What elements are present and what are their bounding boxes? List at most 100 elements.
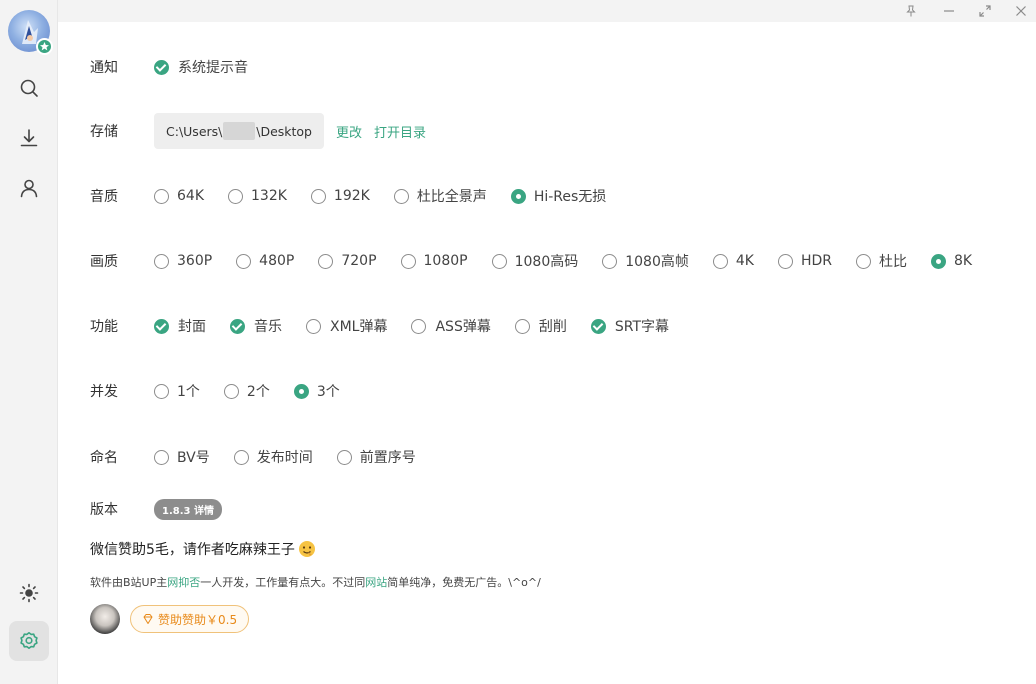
close-icon <box>1016 6 1026 16</box>
checkbox-empty-icon <box>514 318 530 334</box>
naming-row: 命名 BV号 发布时间 前置序号 <box>90 446 440 468</box>
radio-empty-icon <box>236 253 252 269</box>
storage-label: 存储 <box>90 124 118 140</box>
gear-icon <box>20 632 38 649</box>
minimize-icon <box>944 10 954 12</box>
option-label: 杜比 <box>879 254 908 270</box>
notify-options: 系统提示音 <box>154 57 272 77</box>
radio-empty-icon <box>154 383 169 399</box>
checkbox-empty-icon <box>306 318 321 334</box>
option-item[interactable]: 音乐 <box>230 316 282 336</box>
option-label: HDR <box>800 253 833 269</box>
radio-empty-icon <box>336 449 352 465</box>
option-item[interactable]: 封面 <box>154 316 206 336</box>
radio-empty-icon <box>712 253 728 269</box>
features-row: 功能 封面 音乐 XML弹幕 ASS弹幕 刮削 SRT字幕 <box>90 315 693 337</box>
radio-empty-icon <box>602 253 618 269</box>
concurrency-label: 并发 <box>90 384 118 400</box>
author-link[interactable]: 网抑否 <box>167 576 200 589</box>
audio-row: 音质 64K 132K 192K 杜比全景声 Hi-Res无损 <box>90 185 630 207</box>
option-item[interactable]: 64K <box>154 188 204 204</box>
sponsor-title: 微信赞助5毛，请作者吃麻辣王子 <box>90 539 316 559</box>
audio-options: 64K 132K 192K 杜比全景声 Hi-Res无损 <box>154 186 630 206</box>
sponsor-button-label: 赞助赞助￥0.5 <box>158 612 238 627</box>
option-item[interactable]: 720P <box>318 253 377 269</box>
star-badge-icon <box>36 38 53 55</box>
option-item[interactable]: 132K <box>228 188 287 204</box>
option-label: 720P <box>341 253 377 269</box>
checkbox-checked-icon <box>154 59 169 75</box>
radio-empty-icon <box>233 449 249 465</box>
option-item[interactable]: 刮削 <box>514 316 567 336</box>
version-details-badge[interactable]: 1.8.3 详情 <box>154 498 222 520</box>
sidebar-theme-button[interactable] <box>9 573 49 613</box>
option-item[interactable]: 8K <box>931 253 972 269</box>
option-item[interactable]: 1080高帧 <box>602 251 689 271</box>
pin-button[interactable] <box>894 0 928 22</box>
option-label: XML弹幕 <box>330 319 388 335</box>
option-label: 360P <box>177 253 213 269</box>
option-label: 192K <box>333 188 370 204</box>
sponsor-title-text: 微信赞助5毛，请作者吃麻辣王子 <box>90 542 295 558</box>
option-item[interactable]: XML弹幕 <box>306 316 387 336</box>
sidebar-user-button[interactable] <box>9 168 49 208</box>
video-label: 画质 <box>90 254 118 270</box>
option-item[interactable]: ASS弹幕 <box>411 316 491 336</box>
option-label: 音乐 <box>254 319 282 335</box>
radio-empty-icon <box>310 188 326 204</box>
sidebar-search-button[interactable] <box>9 68 49 108</box>
option-item[interactable]: BV号 <box>154 447 210 467</box>
option-label: 前置序号 <box>359 450 416 466</box>
option-label: Hi-Res无损 <box>533 189 607 205</box>
radio-empty-icon <box>154 188 169 204</box>
maximize-button[interactable] <box>968 0 1002 22</box>
option-item[interactable]: 480P <box>236 253 294 269</box>
sidebar-settings-button[interactable] <box>9 621 49 661</box>
option-item[interactable]: 杜比 <box>856 251 907 271</box>
option-label: 1080高帧 <box>625 254 689 270</box>
close-button[interactable] <box>1004 0 1036 22</box>
notify-label: 通知 <box>90 60 118 76</box>
option-item[interactable]: 前置序号 <box>336 447 416 467</box>
notify-option[interactable]: 系统提示音 <box>154 57 248 77</box>
sidebar-download-button[interactable] <box>9 118 49 158</box>
author-avatar <box>90 604 120 634</box>
option-item[interactable]: 3个 <box>293 381 340 401</box>
sponsor-button[interactable]: 赞助赞助￥0.5 <box>130 605 250 633</box>
path-prefix: C:\Users\ <box>166 123 223 139</box>
option-item[interactable]: 360P <box>154 253 212 269</box>
desc-part-2: 一人开发，工作量有点大。不过同 <box>200 576 366 589</box>
notify-row: 通知 系统提示音 <box>90 56 272 78</box>
user-avatar[interactable] <box>8 10 53 55</box>
radio-selected-icon <box>931 253 947 269</box>
option-item[interactable]: 192K <box>310 188 370 204</box>
option-item[interactable]: HDR <box>777 253 833 269</box>
site-link[interactable]: 网站 <box>365 576 387 589</box>
radio-empty-icon <box>777 253 793 269</box>
storage-path-field[interactable]: C:\Users\ \Desktop <box>154 113 324 149</box>
concurrency-options: 1个 2个 3个 <box>154 381 364 401</box>
open-folder-link[interactable]: 打开目录 <box>374 122 426 141</box>
minimize-button[interactable] <box>932 0 966 22</box>
option-item[interactable]: 1个 <box>154 381 200 401</box>
download-icon <box>20 129 38 147</box>
option-item[interactable]: 发布时间 <box>233 447 313 467</box>
change-path-link[interactable]: 更改 <box>336 122 362 141</box>
audio-label: 音质 <box>90 189 118 205</box>
radio-empty-icon <box>228 188 243 204</box>
option-item[interactable]: 2个 <box>223 381 270 401</box>
option-item[interactable]: SRT字幕 <box>590 316 669 336</box>
option-label: 发布时间 <box>256 450 313 466</box>
settings-panel: 通知 系统提示音 存储 C:\Users\ \Desktop 更改 打开目录 音… <box>58 22 1036 684</box>
option-item[interactable]: 4K <box>712 253 754 269</box>
naming-label: 命名 <box>90 450 118 466</box>
option-item[interactable]: 1080P <box>400 253 468 269</box>
radio-empty-icon <box>154 449 169 465</box>
radio-empty-icon <box>856 253 872 269</box>
video-row: 画质 360P 480P 720P 1080P 1080高码 1080高帧 4K HDR 杜比 8… <box>90 250 996 272</box>
option-item[interactable]: Hi-Res无损 <box>510 186 607 206</box>
option-label: 刮削 <box>538 319 567 335</box>
option-item[interactable]: 1080高码 <box>491 251 578 271</box>
option-label: 系统提示音 <box>178 60 248 76</box>
option-item[interactable]: 杜比全景声 <box>393 186 487 206</box>
